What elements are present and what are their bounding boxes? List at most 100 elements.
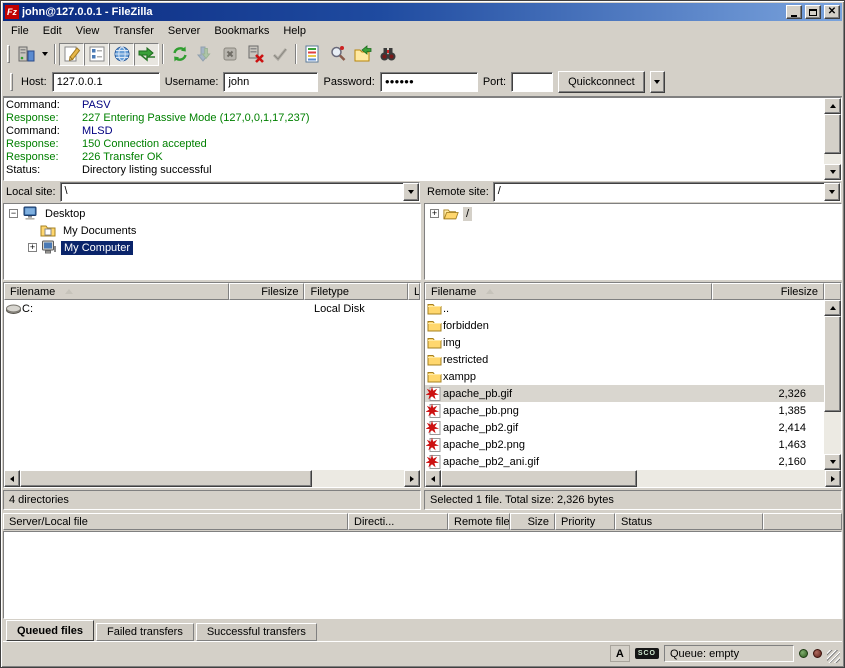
remote-row-file[interactable]: apache_pb2_ani.gif2,160 [425, 453, 824, 470]
cancel-icon [220, 44, 240, 64]
scroll-down-button[interactable] [824, 164, 841, 180]
local-hscrollbar[interactable] [4, 470, 420, 487]
scroll-left-button[interactable] [425, 470, 441, 487]
tab-queued-files[interactable]: Queued files [6, 620, 94, 641]
find-files-button[interactable] [375, 43, 400, 66]
scrollbar-thumb[interactable] [824, 114, 841, 154]
remote-row-file[interactable]: apache_pb2.gif2,414 [425, 419, 824, 436]
message-log-toggle-button[interactable] [59, 43, 84, 66]
remote-hscrollbar[interactable] [425, 470, 841, 487]
host-input[interactable] [52, 72, 160, 92]
title-bar[interactable]: Fz john@127.0.0.1 - FileZilla ✕ [3, 3, 842, 21]
tree-item-label[interactable]: Desktop [42, 207, 88, 221]
column-header-status[interactable]: Status [615, 513, 763, 530]
transfer-queue-toggle-button[interactable] [134, 43, 159, 66]
remote-site-dropdown[interactable] [824, 183, 840, 201]
menu-transfer[interactable]: Transfer [106, 22, 161, 40]
tree-item-root[interactable]: + / [425, 205, 841, 222]
menu-bookmarks[interactable]: Bookmarks [207, 22, 276, 40]
menu-edit[interactable]: Edit [36, 22, 69, 40]
column-header-filesize[interactable]: Filesize [712, 283, 824, 300]
column-header-server-local-file[interactable]: Server/Local file [3, 513, 348, 530]
password-input[interactable] [380, 72, 478, 92]
remote-row-folder[interactable]: restricted [425, 351, 824, 368]
tree-item-my-documents[interactable]: My Documents [4, 222, 420, 239]
log-line: Status:Directory listing successful [6, 164, 822, 177]
disconnect-button[interactable] [242, 43, 267, 66]
column-header-filename[interactable]: Filename [4, 283, 229, 300]
resize-grip[interactable] [827, 650, 840, 663]
filezilla-app-icon[interactable]: Fz [5, 5, 19, 19]
menu-server[interactable]: Server [161, 22, 207, 40]
menu-file[interactable]: File [4, 22, 36, 40]
remote-site-value[interactable]: / [494, 183, 824, 201]
cancel-button[interactable] [217, 43, 242, 66]
remote-tree-toggle-button[interactable] [109, 43, 134, 66]
column-header-lastmodified[interactable]: L [408, 283, 420, 300]
scrollbar-thumb[interactable] [441, 470, 637, 487]
column-header-size[interactable]: Size [510, 513, 555, 530]
quickconnect-dropdown[interactable] [650, 71, 665, 93]
synchronized-browsing-button[interactable] [350, 43, 375, 66]
queue-body[interactable] [3, 531, 842, 619]
tree-item-my-computer[interactable]: + My Computer [4, 239, 420, 256]
port-input[interactable] [511, 72, 553, 92]
directory-comparison-button[interactable] [300, 43, 325, 66]
scroll-right-button[interactable] [404, 470, 420, 487]
tree-item-label[interactable]: My Documents [60, 224, 139, 238]
remote-row-file[interactable]: apache_pb.png1,385 [425, 402, 824, 419]
site-manager-dropdown[interactable] [38, 43, 51, 66]
expand-box[interactable]: + [430, 209, 439, 218]
speed-limit-icon[interactable]: SCO [635, 648, 659, 659]
quickconnect-grip[interactable] [10, 73, 13, 91]
tree-item-label-selected[interactable]: My Computer [61, 241, 133, 255]
local-tree-toggle-button[interactable] [84, 43, 109, 66]
process-queue-button[interactable] [192, 43, 217, 66]
column-header-filetype[interactable]: Filetype [304, 283, 408, 300]
remote-vscrollbar[interactable] [824, 300, 841, 470]
quickconnect-button[interactable]: Quickconnect [558, 71, 645, 93]
tree-item-label-selected[interactable]: / [463, 207, 472, 221]
column-header-filesize[interactable]: Filesize [229, 283, 305, 300]
maximize-button[interactable] [805, 5, 821, 19]
remote-row-folder[interactable]: .. [425, 300, 824, 317]
username-input[interactable] [223, 72, 318, 92]
remote-row-folder[interactable]: xampp [425, 368, 824, 385]
reconnect-button[interactable] [267, 43, 292, 66]
remote-row-folder[interactable]: forbidden [425, 317, 824, 334]
remote-row-folder[interactable]: img [425, 334, 824, 351]
menu-help[interactable]: Help [276, 22, 313, 40]
scroll-left-button[interactable] [4, 470, 20, 487]
tab-failed-transfers[interactable]: Failed transfers [96, 623, 194, 641]
column-header-remote-file[interactable]: Remote file [448, 513, 510, 530]
filter-button[interactable] [325, 43, 350, 66]
expand-box[interactable]: + [28, 243, 37, 252]
column-header-direction[interactable]: Directi... [348, 513, 448, 530]
close-button[interactable]: ✕ [824, 5, 840, 19]
log-scrollbar[interactable] [824, 98, 841, 180]
tree-item-desktop[interactable]: − Desktop [4, 205, 420, 222]
local-row-c-drive[interactable]: C: Local Disk [4, 300, 420, 317]
scrollbar-thumb[interactable] [20, 470, 312, 487]
remote-row-file-selected[interactable]: apache_pb.gif2,326 [425, 385, 824, 402]
local-site-combo[interactable]: \ [60, 182, 420, 202]
transfer-type-indicator[interactable]: A [610, 645, 630, 662]
scroll-up-button[interactable] [824, 300, 841, 316]
local-site-value[interactable]: \ [61, 183, 403, 201]
menu-view[interactable]: View [69, 22, 107, 40]
toolbar-grip[interactable] [7, 45, 10, 63]
column-header-filename[interactable]: Filename [425, 283, 712, 300]
minimize-button[interactable] [786, 5, 802, 19]
remote-site-combo[interactable]: / [493, 182, 841, 202]
local-site-dropdown[interactable] [403, 183, 419, 201]
tab-successful-transfers[interactable]: Successful transfers [196, 623, 317, 641]
scroll-up-button[interactable] [824, 98, 841, 114]
scroll-down-button[interactable] [824, 454, 841, 470]
scrollbar-thumb[interactable] [824, 316, 841, 412]
refresh-button[interactable] [167, 43, 192, 66]
remote-row-file[interactable]: apache_pb2.png1,463 [425, 436, 824, 453]
scroll-right-button[interactable] [825, 470, 841, 487]
collapse-box[interactable]: − [9, 209, 18, 218]
column-header-priority[interactable]: Priority [555, 513, 615, 530]
site-manager-button[interactable] [13, 43, 38, 66]
